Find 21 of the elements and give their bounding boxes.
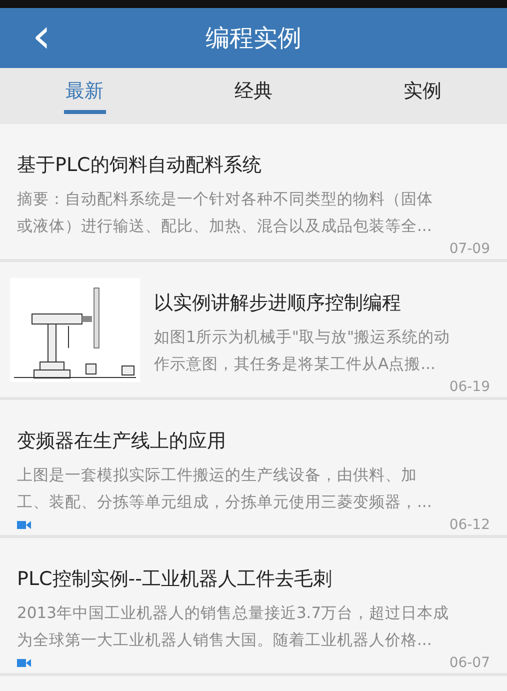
tab[interactable]: 经典 [169,68,338,124]
article-date: 06-12 [449,517,490,533]
article-date: 06-19 [449,379,490,395]
article-summary: 上图是一套模拟实际工件搬运的生产线设备，由供料、加 工、装配、分拣等单元组成，分拣单元使用三菱变频器，... [17,465,433,513]
article-date: 06-07 [449,655,490,671]
article-card[interactable]: 基于PLC的饲料自动配料系统 摘要：自动配料系统是一个针对各种不同类型的物料（固体 或液体）进行输送、配比、加热、混合以及成品包装等全... 07-09 [0,124,507,262]
article-card[interactable]: 变频器在生产线上的应用 上图是一套模拟实际工件搬运的生产线设备，由供料、加 工、装配、分拣等单元组成，分拣单元使用三菱变频器，... 06-12 [0,400,507,538]
article-card[interactable]: 以实例讲解步进顺序控制编程 如图1所示为机械手"取与放"搬运系统的动 作示意图，其任务是将某工件从A点搬... 06-19 [0,262,507,400]
article-title[interactable]: 以实例讲解步进顺序控制编程 [154,290,490,316]
back-button[interactable]: ‹ [28,10,56,62]
article-title[interactable]: 变频器在生产线上的应用 [17,428,490,454]
article-summary: 摘要：自动配料系统是一个针对各种不同类型的物料（固体 或液体）进行输送、配比、加热、混合以及成品包装等全... [17,189,434,237]
article-date: 07-09 [449,241,490,257]
article-card[interactable]: PLC控制实例--工业机器人工件去毛刺 2013年中国工业机器人的销售总量接近3.7万台，超过日本成 为全球第一大工业机器人销售大国。随着工业机器人价格... 06-07 [0,538,507,676]
article-title[interactable]: 基于PLC的饲料自动配料系统 [17,152,490,178]
article-title[interactable]: PLC控制实例--工业机器人工件去毛刺 [17,566,490,592]
article-summary: 如图1所示为机械手"取与放"搬运系统的动 作示意图，其任务是将某工件从A点搬... [154,327,452,375]
page-title: 编程实例 [204,23,302,54]
article-summary: 2013年中国工业机器人的销售总量接近3.7万台，超过日本成 为全球第一大工业机器人销售大国。随着工业机器人价格... [17,603,450,651]
tab[interactable]: 最新 [0,68,169,124]
tab[interactable]: 实例 [338,68,507,124]
